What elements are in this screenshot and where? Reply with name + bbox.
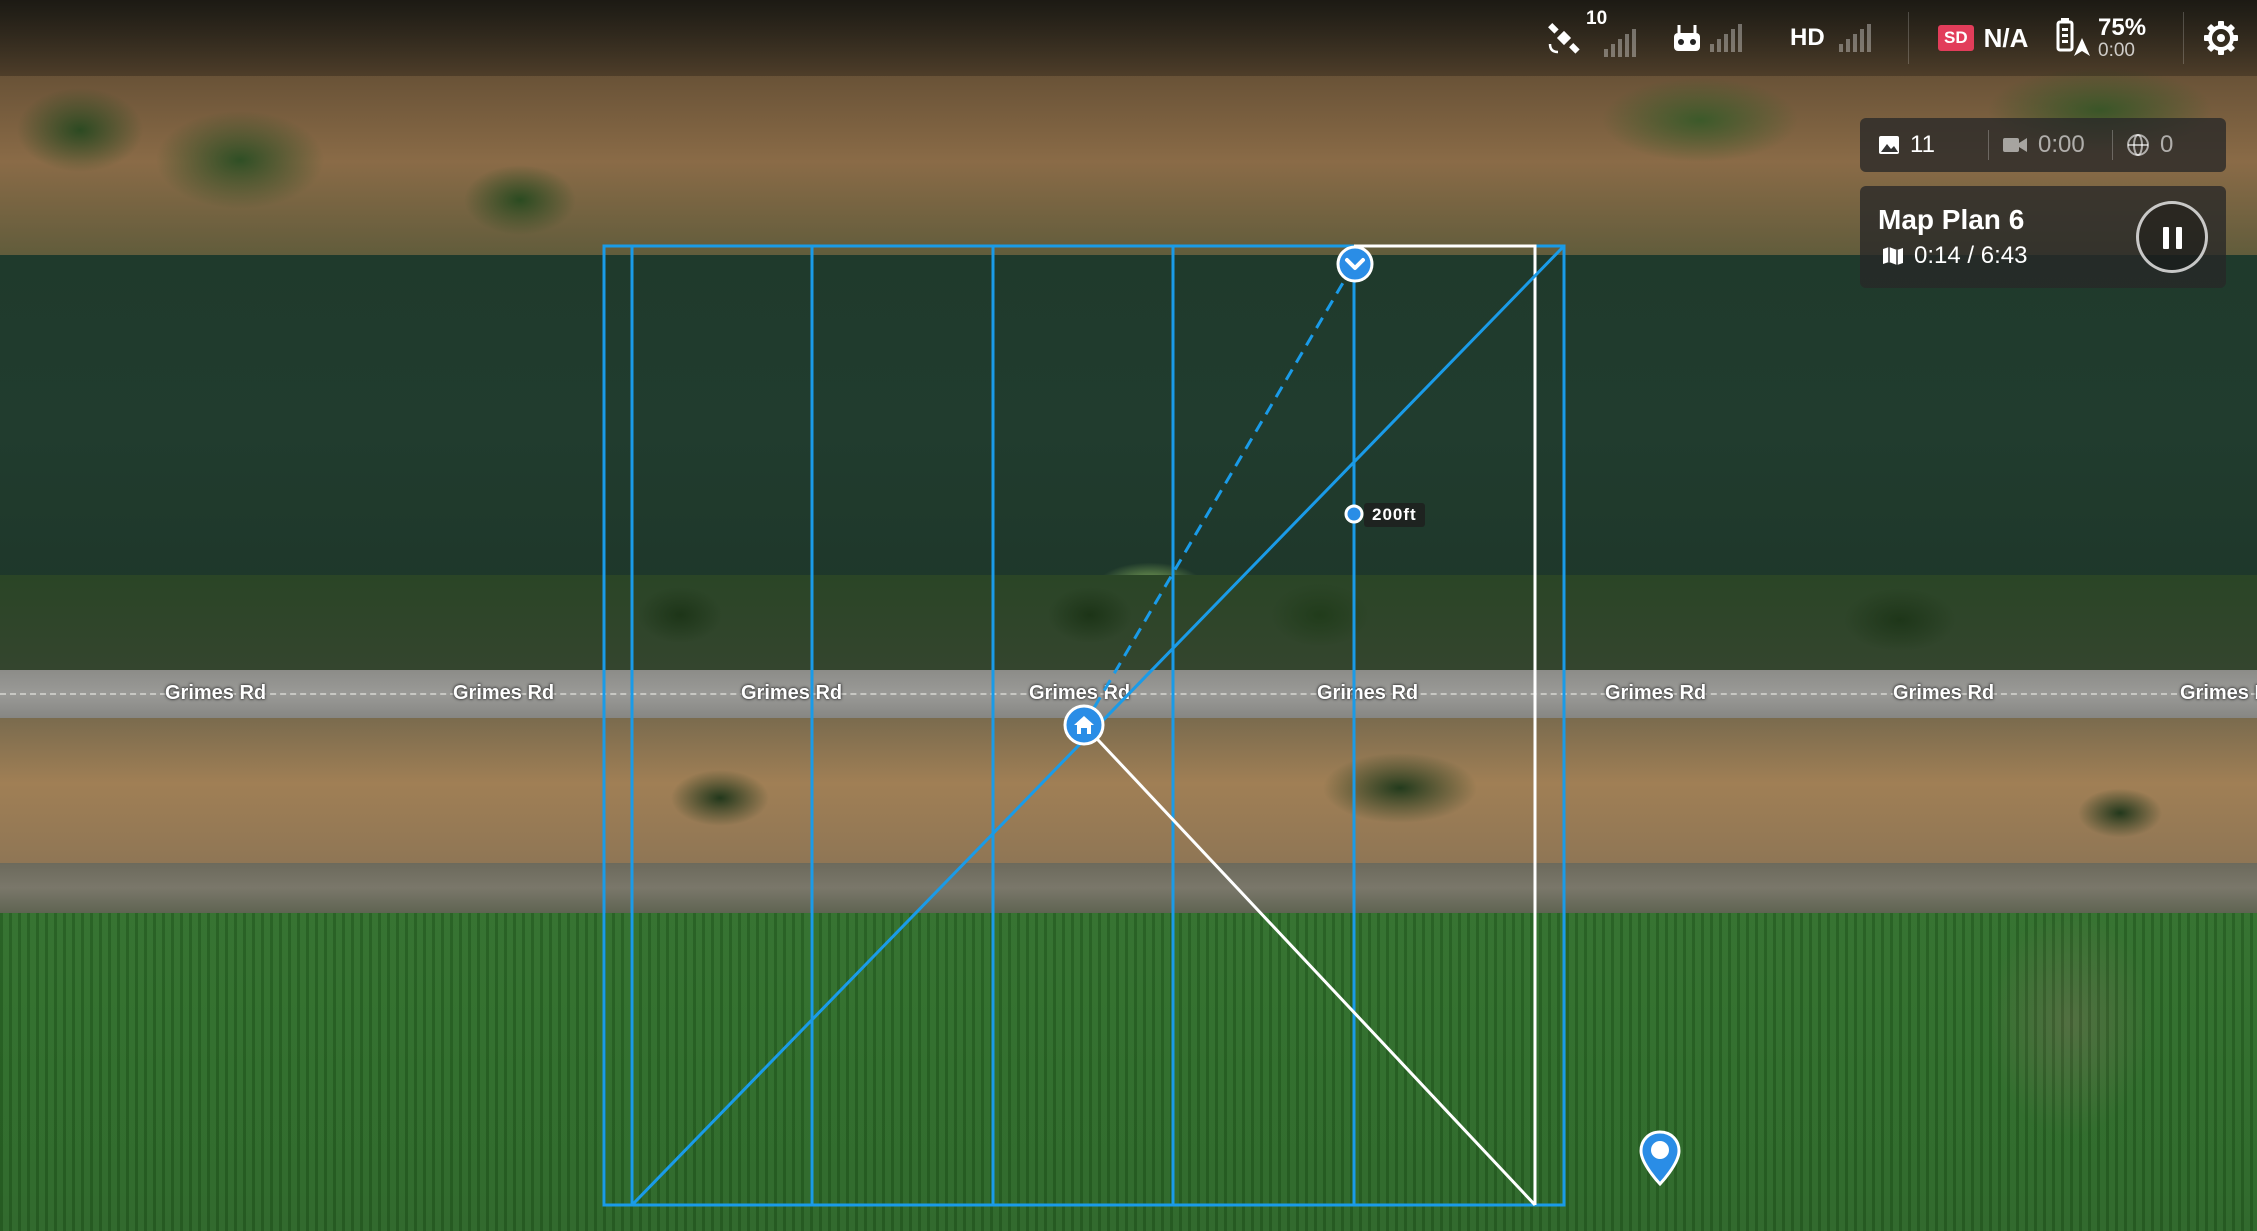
return-path	[1082, 263, 1356, 726]
counter-divider	[2112, 130, 2113, 160]
video-time: 0:00	[2038, 131, 2085, 158]
video-camera-icon	[2003, 138, 2027, 152]
video-signal-status[interactable]: HD	[1790, 0, 1871, 76]
sd-card-value: N/A	[1983, 22, 2029, 53]
video-signal-bars	[1838, 24, 1871, 52]
survey-flight-lines	[630, 246, 1356, 1205]
map-icon	[1883, 247, 1903, 265]
status-bar: 10 HD SD N/A 75% 0:00	[0, 0, 2257, 76]
remote-signal-status[interactable]	[1670, 0, 1742, 76]
mission-name: Map Plan 6	[1878, 204, 2025, 235]
status-divider	[2183, 12, 2184, 64]
map-view[interactable]: Grimes Rd Grimes Rd Grimes Rd Grimes Rd …	[0, 0, 2257, 1231]
panorama-counter: 0	[2126, 118, 2173, 172]
altitude-label: 200ft	[1364, 503, 1425, 527]
location-pin-icon[interactable]	[1638, 1130, 1682, 1188]
photo-count: 11	[1910, 131, 1935, 158]
satellite-icon	[1548, 23, 1580, 54]
photo-icon	[1879, 136, 1899, 154]
status-divider	[1908, 12, 1909, 64]
remote-controller-icon	[1674, 25, 1700, 51]
panorama-count: 0	[2160, 131, 2174, 158]
photo-counter: 11	[1878, 118, 1935, 172]
battery-time: 0:00	[2098, 39, 2135, 61]
mission-progress: 0:14 / 6:43	[1882, 242, 2027, 270]
satellite-count: 10	[1586, 8, 1608, 29]
mission-card: Map Plan 6 0:14 / 6:43	[1860, 186, 2226, 288]
sd-card-status[interactable]: SD N/A	[1938, 0, 2028, 76]
globe-icon	[2127, 134, 2149, 156]
sd-card-icon: SD	[1938, 25, 1974, 51]
altitude-marker	[1344, 504, 1364, 524]
pause-button[interactable]	[2136, 201, 2208, 273]
gear-icon[interactable]	[2202, 19, 2240, 57]
gps-signal-bars	[1604, 29, 1636, 57]
counter-divider	[1988, 130, 1989, 160]
video-quality-label: HD	[1790, 24, 1825, 51]
remote-signal-bars	[1710, 24, 1742, 52]
chevron-down-icon[interactable]	[1335, 244, 1375, 284]
settings-button[interactable]	[2202, 0, 2240, 76]
gps-status[interactable]: 10	[1546, 0, 1636, 76]
video-counter: 0:00	[2002, 118, 2085, 172]
home-icon[interactable]	[1062, 703, 1106, 747]
battery-percent: 75%	[2098, 14, 2147, 42]
flight-plan-overlay	[602, 244, 1566, 1207]
battery-icon	[2056, 18, 2090, 56]
media-counters: 11 0:00 0	[1860, 118, 2226, 172]
battery-status[interactable]: 75% 0:00	[2056, 0, 2146, 76]
completed-path	[1082, 244, 1537, 1207]
mission-progress-time: 0:14 / 6:43	[1914, 242, 2028, 269]
